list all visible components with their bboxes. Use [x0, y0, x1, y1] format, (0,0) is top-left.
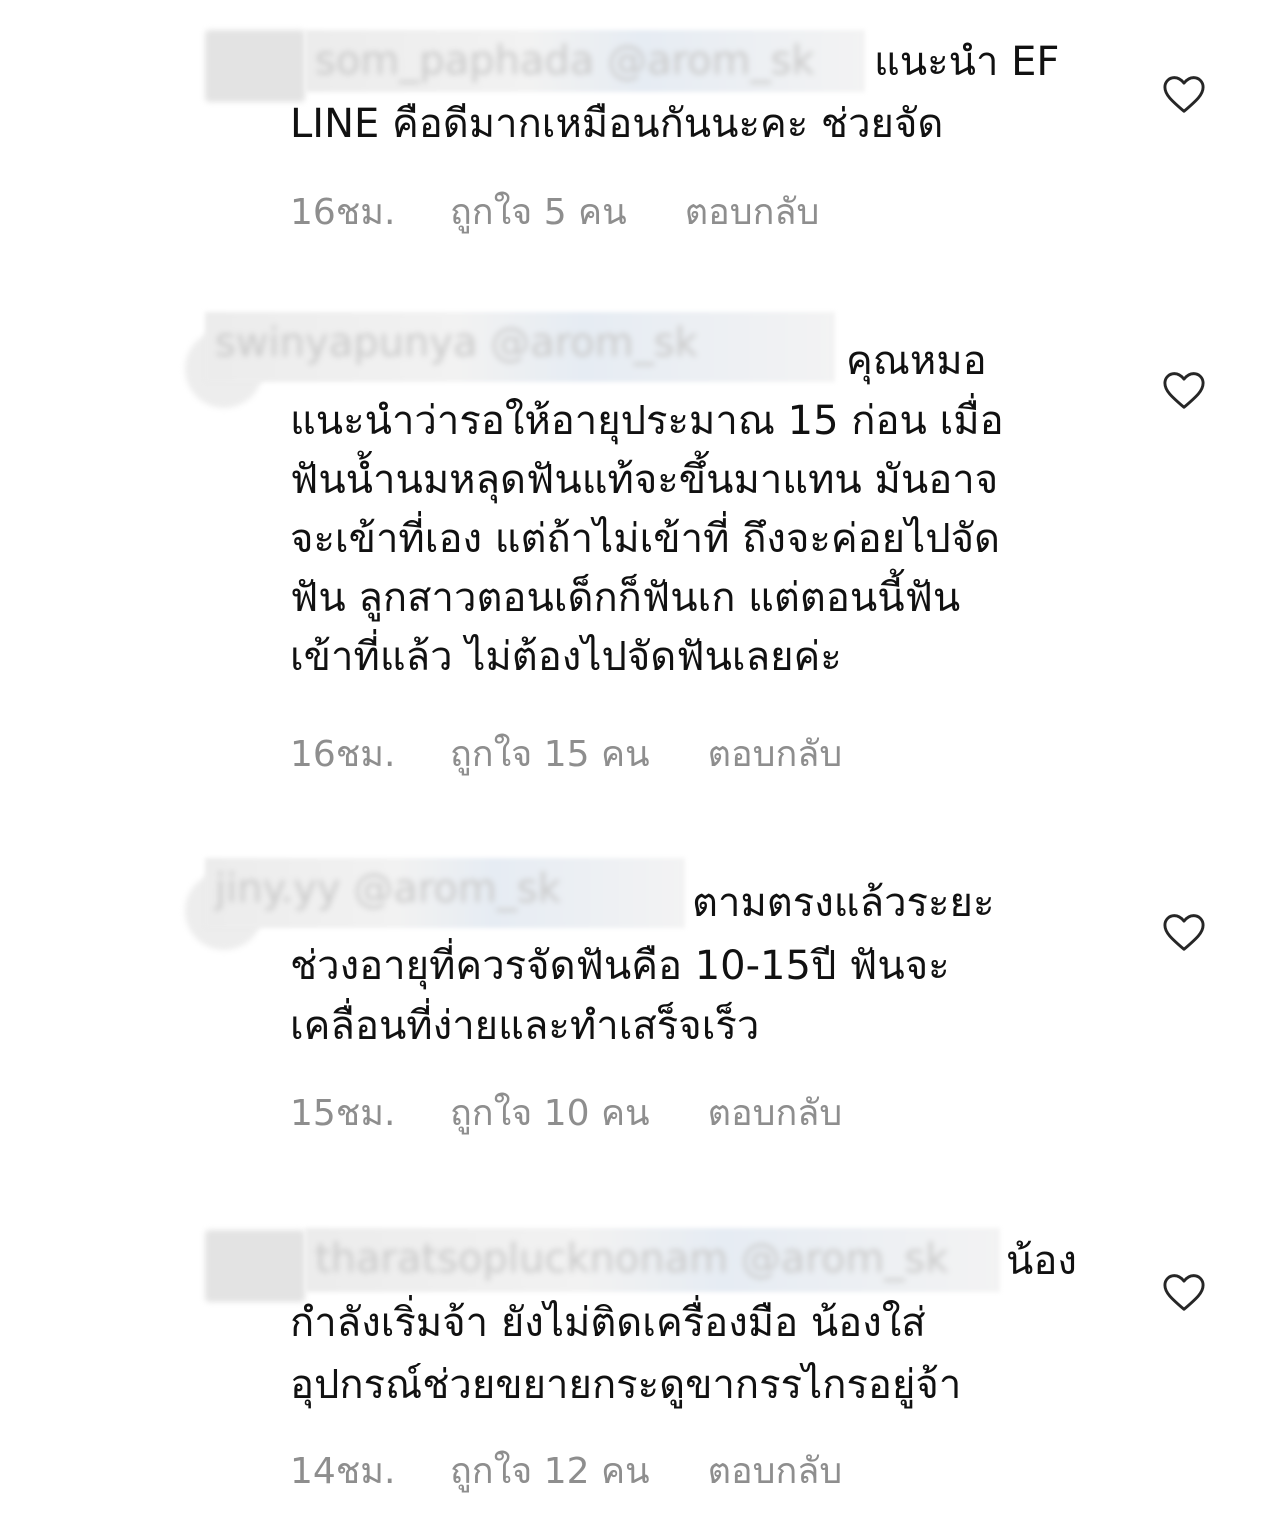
comment-item: som_paphada @arom_sk แนะนำ EF LINE คือดี…	[0, 0, 1280, 260]
comment-text-line: ฟัน ลูกสาวตอนเด็กก็ฟันเก แต่ตอนนี้ฟัน	[290, 575, 961, 621]
comment-text-start: น้อง	[1006, 1238, 1077, 1284]
comment-text-line: จะเข้าที่เอง แต่ถ้าไม่เข้าที่ ถึงจะค่อยไ…	[290, 516, 1000, 562]
username-blurred[interactable]: swinyapunya @arom_sk	[205, 312, 835, 382]
comment-text: กำลังเริ่มจ้า ยังไม่ติดเครื่องมือ น้องใส…	[290, 1292, 1090, 1416]
reply-button[interactable]: ตอบกลับ	[708, 1442, 843, 1499]
heart-outline-icon[interactable]	[1162, 370, 1206, 410]
comment-text-line: กำลังเริ่มจ้า ยังไม่ติดเครื่องมือ น้องใส…	[290, 1300, 926, 1346]
username-blurred[interactable]: jiny.yy @arom_sk	[205, 858, 685, 928]
heart-outline-icon[interactable]	[1162, 74, 1206, 114]
comment-text-line: เคลื่อนที่ง่ายและทำเสร็จเร็ว	[290, 1003, 760, 1049]
comment-text-line: อุปกรณ์ช่วยขยายกระดูขากรรไกรอยู่จ้า	[290, 1362, 962, 1408]
comment-item: swinyapunya @arom_sk คุณหมอ แนะนำว่ารอให…	[0, 300, 1280, 820]
comment-item: jiny.yy @arom_sk ตามตรงแล้วระยะ ช่วงอายุ…	[0, 850, 1280, 1170]
heart-outline-icon[interactable]	[1162, 912, 1206, 952]
comment-time: 16ชม.	[290, 192, 396, 233]
reply-button[interactable]: ตอบกลับ	[708, 725, 843, 782]
comment-meta: 16ชม. ถูกใจ 5 คน ตอบกลับ	[290, 183, 819, 240]
comment-text: LINE คือดีมากเหมือนกันนะคะ ช่วยจัด	[290, 101, 944, 147]
comment-time: 16ชม.	[290, 734, 396, 775]
reply-button[interactable]: ตอบกลับ	[685, 183, 820, 240]
reply-button[interactable]: ตอบกลับ	[708, 1084, 843, 1141]
comment-text-line: ช่วงอายุที่ควรจัดฟันคือ 10-15ปี ฟันจะ	[290, 943, 950, 989]
comment-text: ช่วงอายุที่ควรจัดฟันคือ 10-15ปี ฟันจะ เค…	[290, 936, 1090, 1056]
username-blurred[interactable]: som_paphada @arom_sk	[305, 30, 865, 92]
avatar[interactable]	[205, 30, 305, 102]
comment-meta: 14ชม. ถูกใจ 12 คน ตอบกลับ	[290, 1442, 842, 1499]
comment-time: 15ชม.	[290, 1093, 396, 1134]
comment-text-line: ฟันน้ำนมหลุดฟันแท้จะขึ้นมาแทน มันอาจ	[290, 457, 999, 503]
comment-item: tharatsoplucknonam @arom_sk น้อง กำลังเร…	[0, 1210, 1280, 1520]
comment-meta: 15ชม. ถูกใจ 10 คน ตอบกลับ	[290, 1084, 842, 1141]
heart-outline-icon[interactable]	[1162, 1272, 1206, 1312]
comment-time: 14ชม.	[290, 1451, 396, 1492]
comment-meta: 16ชม. ถูกใจ 15 คน ตอบกลับ	[290, 725, 842, 782]
comment-text: แนะนำว่ารอให้อายุประมาณ 15 ก่อน เมื่อ ฟั…	[290, 392, 1090, 687]
comment-likes[interactable]: ถูกใจ 5 คน	[450, 183, 627, 240]
comment-likes[interactable]: ถูกใจ 15 คน	[450, 725, 650, 782]
username-blurred[interactable]: tharatsoplucknonam @arom_sk	[305, 1228, 1000, 1292]
comment-text-start: แนะนำ EF	[874, 39, 1060, 85]
comment-text-line: แนะนำว่ารอให้อายุประมาณ 15 ก่อน เมื่อ	[290, 398, 1004, 444]
comment-likes[interactable]: ถูกใจ 10 คน	[450, 1084, 650, 1141]
comment-text-line: เข้าที่แล้ว ไม่ต้องไปจัดฟันเลยค่ะ	[290, 634, 842, 680]
comment-text-start: คุณหมอ	[846, 338, 987, 384]
comment-likes[interactable]: ถูกใจ 12 คน	[450, 1442, 650, 1499]
comment-text-start: ตามตรงแล้วระยะ	[692, 880, 995, 926]
